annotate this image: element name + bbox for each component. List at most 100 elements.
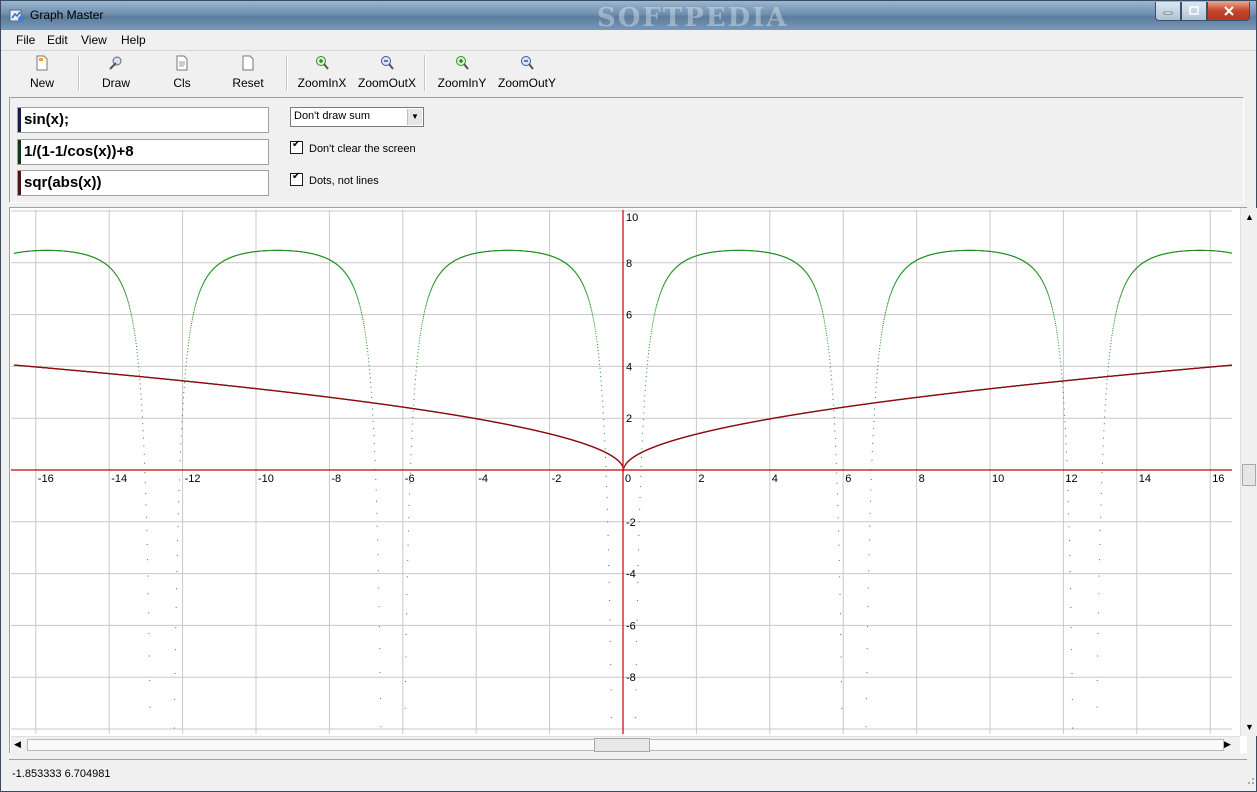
f2-dot xyxy=(364,329,366,331)
reset-label: Reset xyxy=(232,76,264,90)
f2-dot xyxy=(356,296,358,298)
f2-dot xyxy=(428,295,430,297)
f2-dot xyxy=(175,627,177,629)
f2-dot xyxy=(1101,472,1103,474)
menu-help[interactable]: Help xyxy=(121,33,146,47)
f2-dot xyxy=(1107,374,1109,376)
reset-button[interactable]: Reset xyxy=(231,55,265,93)
softpedia-watermark: SOFTPEDIA xyxy=(597,3,789,33)
f2-dot xyxy=(145,516,147,518)
f2-dot xyxy=(199,289,201,291)
f2-dot xyxy=(867,587,869,589)
f2-dot xyxy=(819,302,821,304)
checkbox-checked-icon[interactable] xyxy=(290,171,303,186)
f2-dot xyxy=(1119,296,1121,298)
f2-dot xyxy=(420,332,422,334)
f2-dot xyxy=(1069,570,1071,572)
f2-dot xyxy=(355,291,357,293)
zoom-out-x-button[interactable]: ZoomOutX xyxy=(357,55,417,93)
f2-dot xyxy=(363,327,365,329)
f2-dot xyxy=(1064,421,1066,423)
f2-dot xyxy=(876,369,878,371)
f2-dot xyxy=(146,529,148,531)
f2-dot xyxy=(610,689,612,691)
f2-dot xyxy=(834,437,836,439)
function-input-1[interactable]: sin(x); xyxy=(17,107,269,133)
f2-dot xyxy=(354,290,356,292)
f2-dot xyxy=(424,310,426,312)
graph-plot[interactable]: -16 -14 -12 -10 -8 -6 -4 -2 0 2 4 6 8 10 12 14 16246810-… xyxy=(11,210,1232,734)
f2-dot xyxy=(827,346,829,348)
dots-checkbox[interactable]: Dots, not lines xyxy=(290,171,379,187)
f2-dot xyxy=(427,297,429,299)
f2-dot xyxy=(370,386,372,388)
app-icon xyxy=(9,9,24,22)
function-input-3[interactable]: sqr(abs(x)) xyxy=(17,170,269,196)
maximize-button[interactable] xyxy=(1181,2,1207,21)
f2-dot xyxy=(1111,337,1113,339)
zoom-in-y-button[interactable]: ZoomInY xyxy=(436,55,488,93)
f2-dot xyxy=(175,606,177,608)
new-button[interactable]: New xyxy=(27,55,57,93)
f2-dot xyxy=(126,296,128,298)
dropdown-arrow-icon[interactable]: ▼ xyxy=(407,109,422,125)
title-bar[interactable]: Graph Master SOFTPEDIA xyxy=(1,1,1256,33)
f2-dot xyxy=(1048,295,1050,297)
f2-dot xyxy=(1098,593,1100,595)
f2-dot xyxy=(827,340,829,342)
menu-file[interactable]: File xyxy=(16,33,35,47)
f2-dot xyxy=(818,299,820,301)
minimize-button[interactable] xyxy=(1155,2,1181,21)
f2-dot xyxy=(1109,348,1111,350)
f2-dot xyxy=(184,373,186,375)
f2-dot xyxy=(417,349,419,351)
f2-dot xyxy=(837,504,839,506)
f2-dot xyxy=(883,317,885,319)
f2-dot xyxy=(1072,727,1074,729)
checkbox-checked-icon[interactable] xyxy=(290,139,303,154)
f2-dot xyxy=(363,322,365,324)
f2-dot xyxy=(646,367,648,369)
f2-dot xyxy=(1054,323,1056,325)
f2-dot xyxy=(361,315,363,317)
f2-dot xyxy=(605,475,607,477)
draw-button[interactable]: Draw xyxy=(99,55,133,93)
f2-dot xyxy=(178,479,180,481)
function-input-2[interactable]: 1/(1-1/cos(x))+8 xyxy=(17,139,269,165)
f2-dot xyxy=(372,414,374,416)
f2-dot xyxy=(594,328,596,330)
f2-dot xyxy=(654,309,656,311)
f2-dot xyxy=(136,352,138,354)
cls-button[interactable]: Cls xyxy=(167,55,197,93)
f2-dot xyxy=(1111,332,1113,334)
f2-dot xyxy=(430,289,432,291)
sum-mode-select[interactable]: Don't draw sum ▼ xyxy=(290,107,424,127)
f2-dot xyxy=(360,311,362,313)
zoom-out-y-button[interactable]: ZoomOutY xyxy=(497,55,557,93)
f2-dot xyxy=(874,408,876,410)
clear-screen-icon xyxy=(176,55,188,71)
zoom-in-x-button[interactable]: ZoomInX xyxy=(296,55,348,93)
f2-dot xyxy=(180,443,182,445)
f2-dot xyxy=(649,341,651,343)
close-button[interactable] xyxy=(1207,2,1250,21)
dont-clear-checkbox[interactable]: Don't clear the screen xyxy=(290,139,416,155)
f2-dot xyxy=(866,671,868,673)
f2-dot xyxy=(197,296,199,298)
f2-dot xyxy=(135,343,137,345)
f2-dot xyxy=(1107,370,1109,372)
f2-dot xyxy=(1071,649,1073,651)
f2-dot xyxy=(832,404,834,406)
f2-dot xyxy=(137,362,139,364)
menu-bar: File Edit View Help xyxy=(1,30,1256,51)
f2-dot xyxy=(181,428,183,430)
f2-dot xyxy=(361,313,363,315)
f2-dot xyxy=(1098,575,1100,577)
graph-area[interactable]: -16 -14 -12 -10 -8 -6 -4 -2 0 2 4 6 8 10 12 14 16 2 4 6 8 10-… xyxy=(9,207,1257,754)
f2-dot xyxy=(134,337,136,339)
menu-view[interactable]: View xyxy=(81,33,107,47)
f2-dot xyxy=(1104,404,1106,406)
menu-edit[interactable]: Edit xyxy=(47,33,68,47)
f2-dot xyxy=(425,306,427,308)
f2-dot xyxy=(404,707,406,709)
